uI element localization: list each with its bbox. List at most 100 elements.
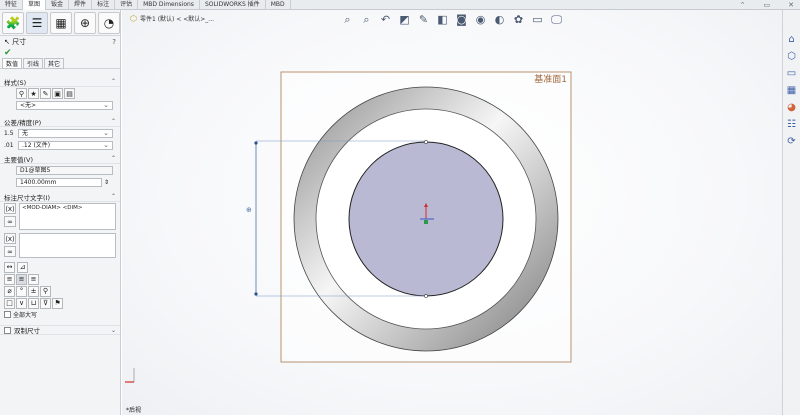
all-caps-row: 全部大写 bbox=[0, 309, 120, 320]
style-section-header[interactable]: 样式(S) ⌃ bbox=[0, 77, 120, 87]
dual-dimension-row: 双制尺寸 ⌄ bbox=[0, 325, 120, 335]
part-icon[interactable]: ⬡ bbox=[785, 49, 799, 63]
minimize-icon[interactable]: ⌃ bbox=[740, 1, 746, 9]
primary-name-field[interactable]: D1@草图5 bbox=[16, 165, 113, 175]
text-position-icon[interactable]: ⟨x⟩ bbox=[4, 203, 16, 214]
all-caps-checkbox[interactable] bbox=[4, 311, 11, 318]
symbol-library-icon[interactable]: ⚑ bbox=[52, 297, 63, 309]
panel-title: 尺寸 bbox=[12, 38, 27, 46]
link-icon-2[interactable]: ∞ bbox=[4, 246, 16, 257]
spin-icon[interactable]: ⇕ bbox=[104, 179, 109, 186]
dimension-text-field-2[interactable] bbox=[19, 233, 116, 258]
precision-row: .01 .12 (文件) bbox=[0, 139, 120, 151]
dimxpert-icon[interactable]: ⊕ bbox=[74, 11, 96, 34]
precision-select[interactable]: .12 (文件) bbox=[18, 140, 113, 150]
link-icon[interactable]: ∞ bbox=[4, 216, 16, 227]
tab-sheet-metal[interactable]: 钣金 bbox=[46, 0, 70, 10]
load-style-icon[interactable]: ▤ bbox=[64, 88, 75, 99]
update-style-icon[interactable]: ✎ bbox=[40, 88, 51, 99]
help-icon[interactable]: ? bbox=[112, 38, 116, 46]
window-controls: ⌃ ▭ ✕ bbox=[740, 1, 794, 9]
align-center-icon[interactable]: ≡ bbox=[16, 273, 27, 285]
align-outside-icon[interactable]: ↔ bbox=[4, 261, 15, 273]
subtab-other[interactable]: 其它 bbox=[44, 57, 65, 69]
panel-icon-bar: 🧩 ☰ ▦ ⊕ ◔ bbox=[0, 10, 120, 36]
primary-value-row: 1400.00mm ⇕ bbox=[0, 176, 120, 188]
tab-markup[interactable]: 标注 bbox=[92, 0, 116, 10]
tab-features[interactable]: 特征 bbox=[0, 0, 24, 10]
text-position-icon-2[interactable]: ⟨x⟩ bbox=[4, 233, 16, 244]
configuration-manager-icon[interactable]: ▦ bbox=[50, 11, 72, 34]
panel-subtabs: 数值 引线 其它 bbox=[0, 57, 120, 69]
add-style-icon[interactable]: ★ bbox=[28, 88, 39, 99]
apply-style-icon[interactable]: ⚲ bbox=[16, 88, 27, 99]
degree-icon[interactable]: ° bbox=[16, 285, 27, 297]
primary-value-section-header[interactable]: 主要值(V) ⌃ bbox=[0, 154, 120, 164]
style-buttons: ⚲ ★ ✎ ▣ ▤ bbox=[0, 87, 120, 100]
primary-value-field[interactable]: 1400.00mm bbox=[16, 177, 102, 187]
align-left-icon[interactable]: ≡ bbox=[4, 273, 15, 285]
align-leader-icon[interactable]: ⊿ bbox=[17, 261, 28, 273]
tab-sketch[interactable]: 草图 bbox=[23, 0, 47, 10]
symbol-row-1: ⌀ ° ± ⚲ bbox=[0, 285, 120, 297]
refresh-icon[interactable]: ⟳ bbox=[785, 134, 799, 148]
folder-icon[interactable]: ▭ bbox=[785, 66, 799, 80]
countersink-icon[interactable]: ∨ bbox=[16, 297, 27, 309]
style-select[interactable]: <无> bbox=[16, 101, 113, 110]
dimension-text-area-row: ⟨x⟩ ∞ <MOD-DIAM> <DIM> bbox=[0, 202, 120, 231]
tab-addins[interactable]: SOLIDWORKS 插件 bbox=[200, 0, 266, 10]
close-icon[interactable]: ✕ bbox=[788, 1, 794, 9]
dual-expand-icon[interactable]: ⌄ bbox=[111, 327, 116, 334]
property-manager: 🧩 ☰ ▦ ⊕ ◔ ↖ 尺寸 ? ✔ 数值 引线 其它 样式(S) ⌃ ⚲ ★ ✎… bbox=[0, 10, 121, 415]
counterbore-icon[interactable]: ⊔ bbox=[28, 297, 39, 309]
dimension-text-field[interactable]: <MOD-DIAM> <DIM> bbox=[19, 203, 116, 230]
dimension-icon: ↖ bbox=[4, 38, 10, 46]
panel-title-row: ↖ 尺寸 ? bbox=[0, 36, 120, 48]
subtab-value[interactable]: 数值 bbox=[2, 57, 23, 69]
graphics-area[interactable]: ⬡ 零件1 (默认) < <默认>_... ⌕ ⌕ ↶ ◩ ✎ ◧ ◙ ◉ ◐ … bbox=[122, 10, 782, 415]
more-symbols-icon[interactable]: ⚲ bbox=[40, 285, 51, 297]
justify-row-2: ≡ ≡ ≡ bbox=[0, 273, 120, 285]
all-caps-label: 全部大写 bbox=[13, 312, 38, 319]
tolerance-type-select[interactable]: 无 bbox=[18, 128, 113, 138]
view-name-label: *后视 bbox=[126, 407, 142, 414]
custom-props-icon[interactable]: ☷ bbox=[785, 117, 799, 131]
view-triad-icon bbox=[125, 368, 135, 383]
display-manager-icon[interactable]: ◔ bbox=[98, 11, 120, 34]
tab-weldments[interactable]: 焊件 bbox=[69, 0, 93, 10]
justify-row-1: ↔ ⊿ bbox=[0, 261, 120, 273]
dual-dimension-label: 双制尺寸 bbox=[14, 327, 40, 335]
appearance-icon[interactable]: ◕ bbox=[785, 100, 799, 114]
depth-icon[interactable]: ⊽ bbox=[40, 297, 51, 309]
plus-minus-icon[interactable]: ± bbox=[28, 285, 39, 297]
dimension-text-area-row-2: ⟨x⟩ ∞ bbox=[0, 231, 120, 259]
svg-text:⊕: ⊕ bbox=[246, 206, 252, 214]
dimension-text-section-header[interactable]: 标注尺寸文字(I) ⌃ bbox=[0, 192, 120, 202]
tolerance-type-row: 1.5 无 bbox=[0, 127, 120, 139]
symbol-row-2: □ ∨ ⊔ ⊽ ⚑ bbox=[0, 297, 120, 309]
feature-manager-icon[interactable]: 🧩 bbox=[2, 11, 24, 34]
tab-mbd-dimensions[interactable]: MBD Dimensions bbox=[138, 0, 200, 10]
square-icon[interactable]: □ bbox=[4, 297, 15, 309]
tolerance-type-icon: 1.5 bbox=[4, 129, 14, 137]
tolerance-section-header[interactable]: 公差/精度(P) ⌃ bbox=[0, 117, 120, 127]
palette-icon[interactable]: ▦ bbox=[785, 83, 799, 97]
property-manager-icon[interactable]: ☰ bbox=[26, 11, 48, 34]
restore-icon[interactable]: ▭ bbox=[764, 1, 771, 9]
task-pane-tabs: ⌂ ⬡ ▭ ▦ ◕ ☷ ⟳ bbox=[782, 10, 800, 415]
style-row: <无> bbox=[0, 100, 120, 111]
home-icon[interactable]: ⌂ bbox=[785, 32, 799, 46]
command-manager-tabs: 特征 草图 钣金 焊件 标注 评估 MBD Dimensions SOLIDWO… bbox=[0, 0, 800, 10]
align-right-icon[interactable]: ≡ bbox=[28, 273, 39, 285]
primary-name-row: D1@草图5 bbox=[0, 164, 120, 176]
ok-check-icon[interactable]: ✔ bbox=[4, 48, 12, 58]
plane-label: 基准面1 bbox=[534, 73, 567, 85]
dual-dimension-checkbox[interactable] bbox=[4, 326, 11, 334]
subtab-leaders[interactable]: 引线 bbox=[23, 57, 44, 69]
precision-icon: .01 bbox=[4, 141, 14, 149]
tab-mbd[interactable]: MBD bbox=[266, 0, 291, 10]
tab-evaluate[interactable]: 评估 bbox=[115, 0, 139, 10]
save-style-icon[interactable]: ▣ bbox=[52, 88, 63, 99]
sketch-canvas[interactable]: 基准面1 ⊕ bbox=[122, 10, 782, 415]
diameter-icon[interactable]: ⌀ bbox=[4, 285, 15, 297]
